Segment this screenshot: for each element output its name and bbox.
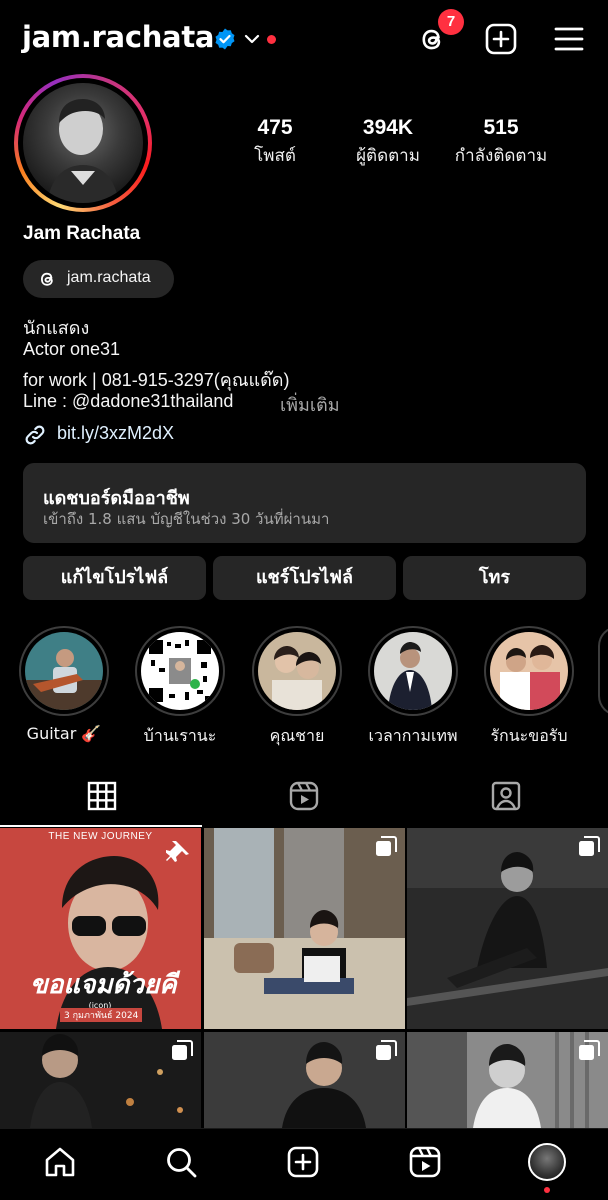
verified-badge-icon <box>215 28 235 50</box>
reels-tab-icon[interactable] <box>288 780 320 812</box>
notification-count-badge: 7 <box>438 9 464 35</box>
home-icon[interactable] <box>43 1145 77 1179</box>
top-bar: jam.rachata 7 <box>0 0 608 80</box>
post-script-text: ขอแจมด้วยคี <box>30 970 177 1000</box>
tagged-tab-icon[interactable] <box>490 780 522 812</box>
link-icon <box>25 425 45 445</box>
create-post-icon[interactable] <box>286 1145 320 1179</box>
search-icon[interactable] <box>164 1145 198 1179</box>
highlight-cupid-time[interactable]: เวลากามเทพ <box>367 626 459 749</box>
post-tile[interactable]: (icon) THE NEW JOURNEY ขอแจมด้วยคี 3 กุม… <box>0 828 201 1029</box>
post-date: 3 กุมภาพันธ์ 2024 <box>60 1008 143 1022</box>
post-tile[interactable] <box>407 828 608 1029</box>
active-tab-indicator <box>0 825 202 827</box>
profile-avatar[interactable] <box>14 74 152 212</box>
threads-icon <box>40 272 53 286</box>
highlight-cover <box>25 632 103 710</box>
call-button[interactable]: โทร <box>403 556 586 600</box>
highlight-cover <box>374 632 452 710</box>
avatar-photo <box>23 83 143 203</box>
posts-label: โพสต์ <box>254 146 296 166</box>
following-stat[interactable]: 515 กำลังติดตาม <box>448 116 554 169</box>
bio-line-1: นักแสดง <box>23 318 90 338</box>
highlight-label: Guitar 🎸 <box>26 724 102 743</box>
following-label: กำลังติดตาม <box>454 146 548 166</box>
post-tile[interactable] <box>407 1032 608 1128</box>
bio-more-link[interactable]: เพิ่มเติม <box>280 390 340 419</box>
bio-line-2: Actor one31 <box>23 339 121 359</box>
bio-link[interactable]: bit.ly/3xzM2dX <box>57 423 174 444</box>
profile-activity-dot <box>544 1187 550 1193</box>
bottom-navigation <box>0 1128 608 1200</box>
highlight-label: เวลากามเทพ <box>368 726 458 745</box>
grid-tab-icon[interactable] <box>86 780 118 812</box>
highlight-guitar[interactable]: Guitar 🎸 <box>18 626 110 743</box>
professional-dashboard[interactable]: แดชบอร์ดมืออาชีพ เข้าถึง 1.8 แสน บัญชีใน… <box>23 463 586 543</box>
highlight-cover <box>141 632 219 710</box>
profile-full-name: Jam Rachata <box>23 223 141 244</box>
bio-line-4: Line : @dadone31thailand <box>23 391 234 411</box>
bio-line-3: for work | 081-915-3297(คุณแด๊ด) <box>23 370 290 390</box>
pin-icon <box>166 841 189 862</box>
menu-icon[interactable] <box>552 22 586 56</box>
following-count: 515 <box>483 116 519 139</box>
followers-label: ผู้ติดตาม <box>356 146 420 166</box>
multiple-photos-icon <box>376 1040 397 1060</box>
multiple-photos-icon <box>579 1040 600 1060</box>
highlight-label: คุณชาย <box>269 726 325 745</box>
threads-profile-link[interactable]: jam.rachata <box>23 260 174 298</box>
post-tile[interactable] <box>0 1032 201 1128</box>
unread-dot <box>267 35 276 44</box>
highlight-khun-chai[interactable]: คุณชาย <box>251 626 343 749</box>
profile-username[interactable]: jam.rachata <box>22 20 214 54</box>
post-tile[interactable] <box>204 1032 405 1128</box>
chevron-down-icon[interactable] <box>243 30 261 48</box>
followers-count: 394K <box>362 116 414 139</box>
highlight-label: บ้านเรานะ <box>143 726 217 745</box>
reels-icon[interactable] <box>408 1145 442 1179</box>
highlight-label: รักนะขอรับ <box>490 726 568 745</box>
multiple-photos-icon <box>579 836 600 856</box>
highlight-home[interactable]: บ้านเรานะ <box>134 626 226 749</box>
threads-handle: jam.rachata <box>67 269 151 286</box>
posts-stat[interactable]: 475 โพสต์ <box>246 116 304 169</box>
edit-profile-button[interactable]: แก้ไขโปรไฟล์ <box>23 556 206 600</box>
add-post-icon[interactable] <box>484 22 518 56</box>
highlight-cover <box>258 632 336 710</box>
followers-stat[interactable]: 394K ผู้ติดตาม <box>344 116 432 169</box>
profile-tab-avatar[interactable] <box>528 1143 566 1181</box>
share-profile-button[interactable]: แชร์โปรไฟล์ <box>213 556 396 600</box>
dashboard-subtitle: เข้าถึง 1.8 แสน บัญชีในช่วง 30 วันที่ผ่า… <box>43 510 330 528</box>
highlight-cover <box>490 632 568 710</box>
highlight-love-you-sir[interactable]: รักนะขอรับ <box>483 626 575 749</box>
post-tile[interactable] <box>204 828 405 1029</box>
multiple-photos-icon <box>172 1040 193 1060</box>
multiple-photos-icon <box>376 836 397 856</box>
posts-count: 475 <box>257 116 293 139</box>
highlight-partial[interactable] <box>598 626 608 716</box>
